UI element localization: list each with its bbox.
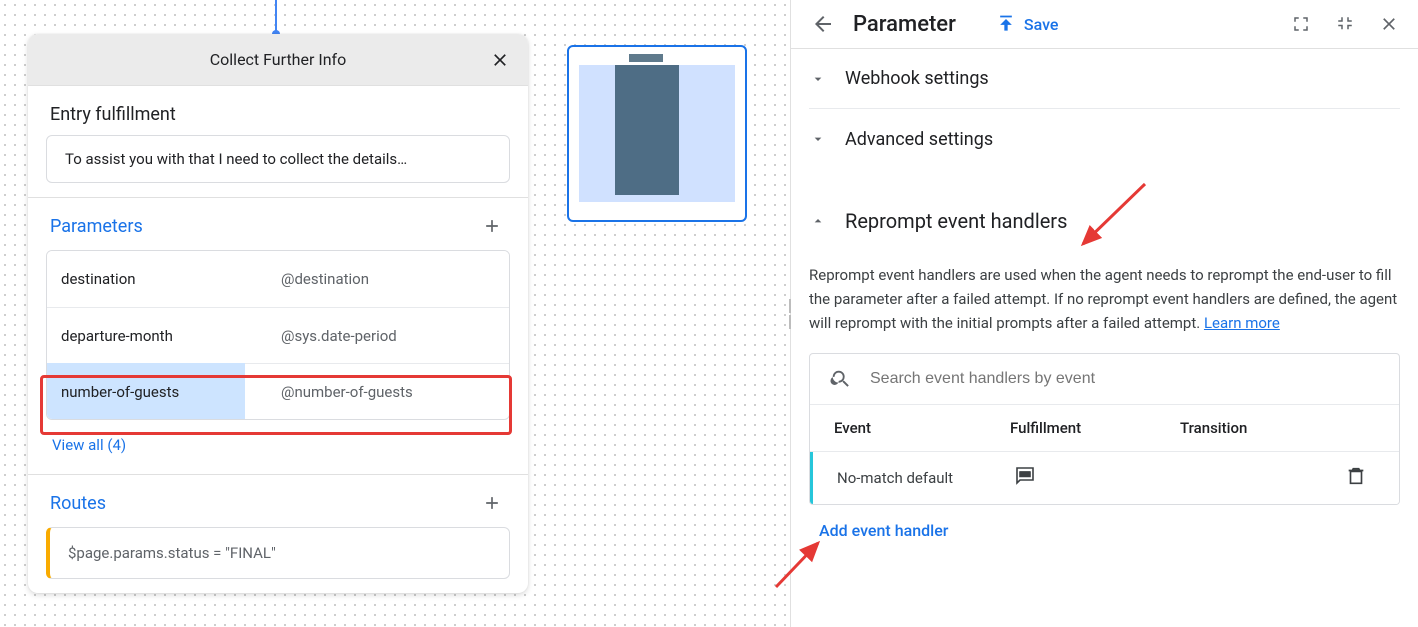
- fulfillment-cell: [1013, 464, 1183, 492]
- entry-fulfillment-text[interactable]: To assist you with that I need to collec…: [46, 135, 510, 183]
- mini-map[interactable]: [567, 45, 747, 222]
- close-page-button[interactable]: [486, 46, 514, 74]
- reprompt-title: Reprompt event handlers: [845, 209, 1067, 233]
- panel-header: Parameter Save: [791, 0, 1418, 49]
- table-header: Event Fulfillment Transition: [810, 405, 1399, 452]
- event-handler-table: Event Fulfillment Transition No-match de…: [809, 353, 1400, 505]
- expand-button[interactable]: [1290, 13, 1312, 35]
- trash-icon: [1345, 465, 1367, 487]
- resize-handle[interactable]: [789, 299, 791, 329]
- canvas-pane[interactable]: Collect Further Info Entry fulfillment T…: [0, 0, 790, 627]
- speech-bubble-icon: [1013, 464, 1037, 488]
- arrow-back-icon: [811, 12, 835, 36]
- param-name: destination: [61, 270, 281, 288]
- parameter-row[interactable]: departure-month @sys.date-period: [47, 307, 509, 363]
- back-button[interactable]: [809, 10, 837, 38]
- save-icon: [996, 14, 1016, 34]
- webhook-settings-row[interactable]: Webhook settings: [809, 49, 1400, 109]
- add-event-handler-button[interactable]: Add event handler: [809, 505, 1400, 556]
- learn-more-link[interactable]: Learn more: [1204, 314, 1280, 332]
- fullscreen-exit-icon: [1336, 15, 1354, 33]
- minimap-viewport: [579, 65, 735, 202]
- close-panel-button[interactable]: [1378, 13, 1400, 35]
- param-name: number-of-guests: [61, 383, 281, 401]
- close-icon: [1379, 14, 1399, 34]
- flow-connector: [275, 0, 277, 34]
- route-item[interactable]: $page.params.status = "FINAL": [46, 527, 510, 579]
- page-card: Collect Further Info Entry fulfillment T…: [28, 34, 528, 593]
- entry-fulfillment-section: Entry fulfillment To assist you with tha…: [28, 86, 528, 197]
- page-card-header: Collect Further Info: [28, 34, 528, 86]
- webhook-settings-label: Webhook settings: [845, 68, 989, 89]
- add-route-button[interactable]: [478, 489, 506, 517]
- minimap-node: [629, 54, 663, 62]
- param-type: @sys.date-period: [281, 327, 397, 345]
- param-name: departure-month: [61, 327, 281, 345]
- add-parameter-button[interactable]: [478, 212, 506, 240]
- parameters-section: Parameters destination @destination depa…: [28, 197, 528, 474]
- advanced-settings-label: Advanced settings: [845, 129, 993, 150]
- minimap-node: [615, 65, 679, 195]
- reprompt-header[interactable]: Reprompt event handlers: [809, 209, 1400, 233]
- delete-handler-button[interactable]: [1345, 465, 1375, 491]
- plus-icon: [482, 216, 502, 236]
- col-event: Event: [834, 419, 1010, 437]
- panel-header-actions: [1290, 13, 1400, 35]
- search-event-handlers-input[interactable]: [870, 370, 1379, 388]
- routes-section: Routes $page.params.status = "FINAL": [28, 474, 528, 593]
- fullscreen-icon: [1292, 15, 1310, 33]
- entry-fulfillment-title: Entry fulfillment: [50, 104, 506, 125]
- parameter-panel: Parameter Save: [790, 0, 1418, 627]
- event-handler-row[interactable]: No-match default: [809, 452, 1399, 504]
- reprompt-section: Reprompt event handlers Reprompt event h…: [809, 209, 1400, 556]
- parameter-row-selected[interactable]: number-of-guests @number-of-guests: [47, 363, 509, 419]
- plus-icon: [482, 493, 502, 513]
- parameter-row[interactable]: destination @destination: [47, 251, 509, 307]
- param-type: @number-of-guests: [281, 383, 413, 401]
- event-name: No-match default: [837, 469, 1013, 487]
- search-icon: [830, 368, 852, 390]
- advanced-settings-row[interactable]: Advanced settings: [809, 109, 1400, 169]
- save-label: Save: [1024, 15, 1059, 34]
- reprompt-description: Reprompt event handlers are used when th…: [809, 263, 1400, 335]
- save-button[interactable]: Save: [996, 14, 1059, 34]
- chevron-down-icon: [809, 130, 827, 148]
- close-icon: [490, 50, 510, 70]
- param-type: @destination: [281, 270, 369, 288]
- search-row: [810, 354, 1399, 405]
- chevron-up-icon: [809, 212, 827, 230]
- chevron-down-icon: [809, 70, 827, 88]
- col-transition: Transition: [1180, 419, 1345, 437]
- page-title: Collect Further Info: [210, 50, 346, 69]
- parameters-title[interactable]: Parameters: [50, 216, 143, 237]
- panel-title: Parameter: [853, 12, 956, 37]
- parameter-list: destination @destination departure-month…: [46, 250, 510, 420]
- collapse-button[interactable]: [1334, 13, 1356, 35]
- view-all-parameters[interactable]: View all (4): [46, 426, 510, 468]
- col-fulfillment: Fulfillment: [1010, 419, 1180, 437]
- routes-title[interactable]: Routes: [50, 493, 106, 514]
- panel-body: Webhook settings Advanced settings Repro…: [791, 49, 1418, 556]
